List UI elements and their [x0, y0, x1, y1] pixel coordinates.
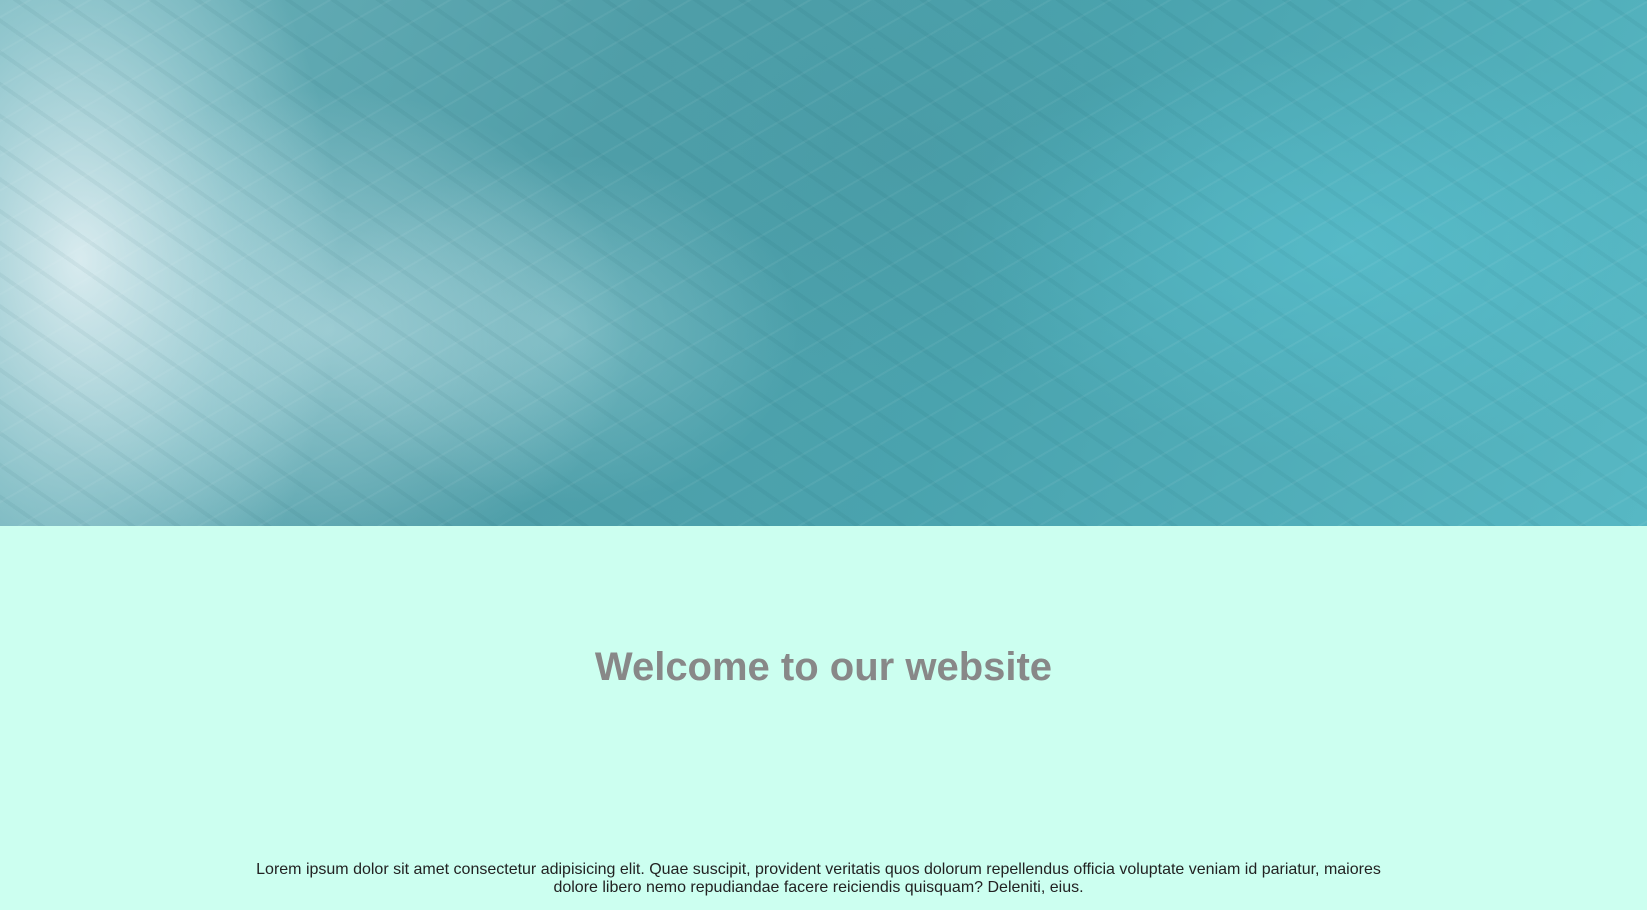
intro-paragraph: Lorem ipsum dolor sit amet consectetur a…: [256, 861, 1381, 896]
page-title: Welcome to our website: [594, 645, 1053, 689]
hero-ocean-image: [0, 0, 1647, 526]
